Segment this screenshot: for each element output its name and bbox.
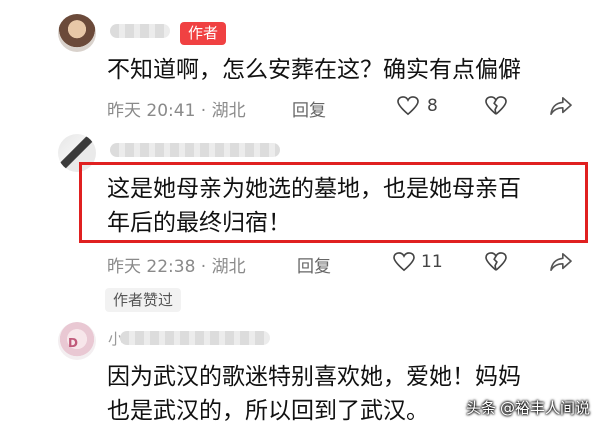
- comment-location: 湖北: [211, 101, 246, 121]
- broken-heart-icon[interactable]: [485, 252, 507, 272]
- comment-meta: 昨天 22:38 · 湖北: [107, 257, 246, 277]
- comment-time: 昨天 20:41: [107, 101, 196, 121]
- author-badge: 作者: [180, 22, 227, 45]
- share-icon[interactable]: [550, 252, 572, 272]
- comment-text-line2: 也是武汉的，所以回到了武汉。: [107, 398, 429, 424]
- comment-text-line1: 因为武汉的歌迷特别喜欢她，爱她！妈妈: [107, 364, 521, 390]
- comment-text: 不知道啊，怎么安葬在这？确实有点偏僻: [107, 57, 521, 83]
- comment-location: 湖北: [211, 257, 246, 277]
- like-count: 11: [421, 252, 443, 272]
- username-blurred[interactable]: [120, 331, 270, 345]
- avatar[interactable]: [58, 14, 96, 52]
- username-blurred[interactable]: [110, 24, 170, 38]
- username-blurred[interactable]: [110, 143, 280, 157]
- comment-meta: 昨天 20:41 · 湖北: [107, 101, 246, 121]
- comment-text-line1: 这是她母亲为她选的墓地，也是她母亲百: [107, 176, 521, 202]
- watermark-source: 头条: [465, 399, 496, 417]
- heart-icon[interactable]: [397, 96, 419, 116]
- watermark: 头条 @裕丰人间说: [466, 397, 590, 418]
- broken-heart-icon[interactable]: [485, 96, 507, 116]
- comment-time: 昨天 22:38: [107, 257, 196, 277]
- heart-icon[interactable]: [393, 252, 415, 272]
- comment-text-line2: 年后的最终归宿！: [107, 210, 291, 236]
- author-liked-tag: 作者赞过: [105, 288, 182, 312]
- reply-button[interactable]: 回复: [292, 96, 326, 121]
- reply-button[interactable]: 回复: [297, 252, 331, 277]
- share-icon[interactable]: [550, 96, 572, 116]
- avatar[interactable]: D: [58, 322, 96, 360]
- watermark-handle: @裕丰人间说: [499, 399, 590, 417]
- like-count: 8: [427, 96, 438, 116]
